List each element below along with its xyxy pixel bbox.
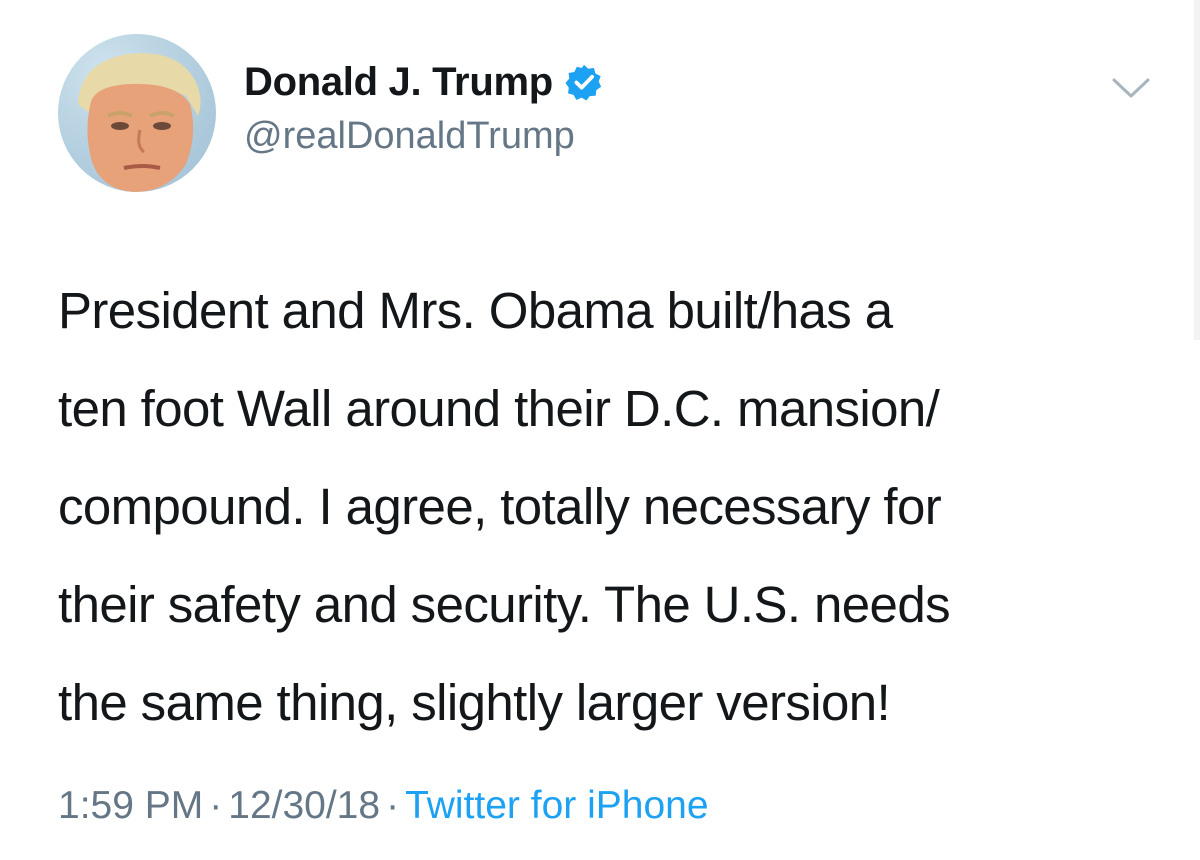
meta-separator: · <box>386 784 400 827</box>
tweet-source-link[interactable]: Twitter for iPhone <box>405 784 708 827</box>
scrollbar <box>1194 0 1200 340</box>
tweet-card: Donald J. Trump @realDonaldTrump Preside… <box>0 0 1200 860</box>
verified-badge-icon <box>565 63 603 101</box>
tweet-date[interactable]: 12/30/18 <box>228 784 380 827</box>
meta-separator: · <box>209 784 223 827</box>
author-name-row: Donald J. Trump <box>244 58 603 106</box>
tweet-meta: 1:59 PM · 12/30/18 · Twitter for iPhone <box>58 784 709 828</box>
display-name[interactable]: Donald J. Trump <box>244 60 553 105</box>
avatar-image <box>78 53 201 192</box>
author-handle[interactable]: @realDonaldTrump <box>244 115 575 158</box>
tweet-text: President and Mrs. Obama built/has a ten… <box>58 282 951 731</box>
tweet-time[interactable]: 1:59 PM <box>58 784 203 827</box>
avatar[interactable] <box>58 34 216 192</box>
chevron-down-icon[interactable] <box>1108 70 1154 104</box>
